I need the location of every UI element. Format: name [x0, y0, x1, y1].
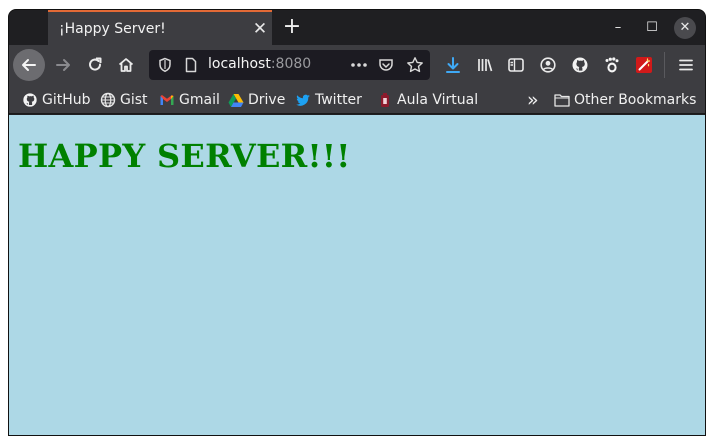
- page-heading: HAPPY SERVER!!!: [18, 137, 351, 175]
- reload-icon: [89, 57, 102, 71]
- forward-button[interactable]: [48, 50, 78, 80]
- bookmark-gist[interactable]: Gist: [100, 85, 148, 114]
- library-button[interactable]: [470, 50, 500, 80]
- sidebar-icon: [508, 58, 524, 72]
- gmail-icon: [159, 92, 175, 108]
- page-content: HAPPY SERVER!!!: [9, 115, 705, 435]
- tab-happy-server[interactable]: ¡Happy Server! ✕: [48, 10, 272, 45]
- navigation-toolbar: localhost:8080: [9, 45, 705, 85]
- pocket-icon[interactable]: [376, 55, 396, 75]
- download-icon: [446, 57, 460, 73]
- downloads-button[interactable]: [438, 50, 468, 80]
- sidebar-button[interactable]: [501, 50, 531, 80]
- url-host: localhost: [208, 56, 271, 72]
- reload-button[interactable]: [80, 50, 110, 80]
- drive-icon: [228, 92, 244, 108]
- browser-window: ¡Happy Server! ✕ + – ☐ ✕ localhost:8080 …: [8, 9, 706, 436]
- home-button[interactable]: [111, 50, 141, 80]
- gnome-foot-icon: [605, 57, 619, 73]
- bookmark-github[interactable]: GitHub: [22, 85, 91, 114]
- bookmark-twitter[interactable]: Twitter: [295, 85, 362, 114]
- account-button[interactable]: [533, 50, 563, 80]
- bookmark-label: Drive: [248, 91, 286, 108]
- maximize-button[interactable]: ☐: [641, 17, 663, 39]
- library-icon: [478, 59, 493, 72]
- magic-wand-icon: [636, 57, 652, 73]
- aula-icon: [377, 92, 393, 108]
- home-icon: [118, 58, 134, 72]
- folder-icon: [554, 92, 570, 108]
- url-text[interactable]: localhost:8080: [208, 56, 311, 72]
- hamburger-menu-icon: [679, 59, 693, 71]
- arrow-left-icon: [22, 59, 36, 71]
- bookmark-star-icon[interactable]: [405, 55, 425, 75]
- bookmarks-overflow-button[interactable]: »: [527, 85, 539, 114]
- bookmarks-toolbar: GitHub Gist Gmail Drive Twitter Aula Vir…: [9, 85, 705, 114]
- menu-button[interactable]: [671, 50, 701, 80]
- bookmark-drive[interactable]: Drive: [228, 85, 285, 114]
- page-icon[interactable]: [181, 55, 201, 75]
- bookmark-label: Gist: [120, 91, 148, 108]
- minimize-button[interactable]: –: [607, 17, 629, 39]
- other-bookmarks-folder[interactable]: Other Bookmarks: [554, 85, 696, 114]
- page-actions-icon[interactable]: [349, 55, 369, 75]
- tab-close-icon[interactable]: ✕: [248, 19, 272, 39]
- tab-strip: ¡Happy Server! ✕ + – ☐ ✕: [9, 10, 705, 45]
- bookmark-label: Aula Virtual: [397, 91, 479, 108]
- close-window-button[interactable]: ✕: [674, 17, 696, 39]
- arrow-right-icon: [56, 59, 70, 71]
- account-icon: [540, 57, 556, 73]
- github-extension-button[interactable]: [565, 50, 595, 80]
- url-port: :8080: [270, 56, 312, 72]
- github-icon: [572, 57, 588, 73]
- shield-icon[interactable]: [155, 55, 175, 75]
- globe-icon: [100, 92, 116, 108]
- wand-extension-button[interactable]: [629, 50, 659, 80]
- bookmark-label: Twitter: [315, 91, 362, 108]
- back-button[interactable]: [13, 49, 45, 81]
- github-icon: [22, 92, 38, 108]
- bookmark-label: GitHub: [42, 91, 91, 108]
- twitter-icon: [295, 92, 311, 108]
- bookmark-aula-virtual[interactable]: Aula Virtual: [377, 85, 478, 114]
- address-bar[interactable]: localhost:8080: [149, 50, 430, 80]
- new-tab-button[interactable]: +: [279, 13, 305, 41]
- bookmark-label: Gmail: [179, 91, 220, 108]
- toolbar-separator: [664, 52, 665, 78]
- other-bookmarks-label: Other Bookmarks: [574, 91, 697, 108]
- bookmark-gmail[interactable]: Gmail: [159, 85, 220, 114]
- gnome-extension-button[interactable]: [597, 50, 627, 80]
- tab-title: ¡Happy Server!: [59, 20, 166, 37]
